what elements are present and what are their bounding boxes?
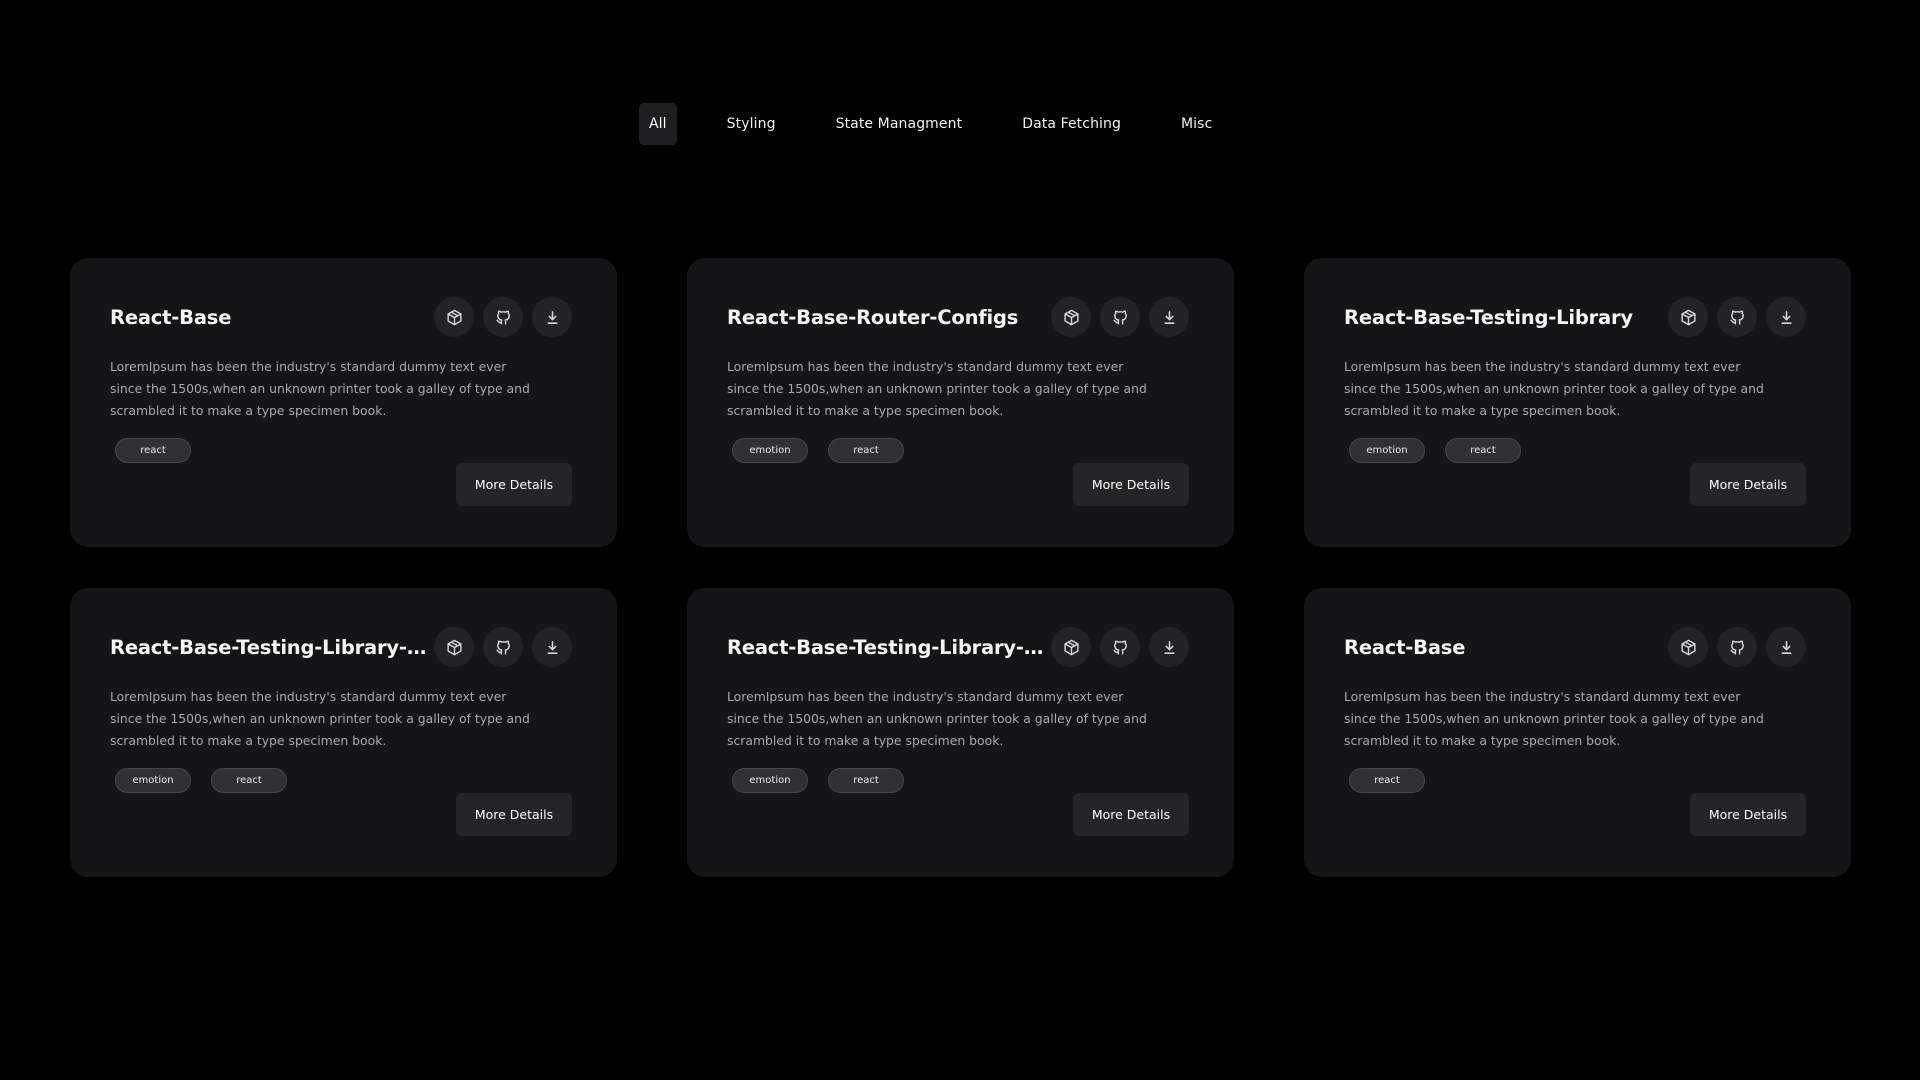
card-description: LoremIpsum has been the industry's stand… bbox=[727, 359, 1147, 418]
github-button[interactable] bbox=[1717, 297, 1757, 337]
template-card: React-Base-Testing-Library LoremIpsum ha… bbox=[1304, 258, 1851, 547]
github-button[interactable] bbox=[1100, 297, 1140, 337]
more-details-button[interactable]: More Details bbox=[1073, 463, 1189, 506]
github-button[interactable] bbox=[483, 297, 523, 337]
template-card: React-Base-Testing-Library-Re... LoremIp… bbox=[70, 588, 617, 877]
card-description: LoremIpsum has been the industry's stand… bbox=[1344, 359, 1764, 418]
card-actions bbox=[434, 627, 572, 667]
more-details-button[interactable]: More Details bbox=[456, 793, 572, 836]
github-button[interactable] bbox=[1717, 627, 1757, 667]
tag-chip[interactable]: react bbox=[828, 768, 904, 793]
package-button[interactable] bbox=[1668, 627, 1708, 667]
tag-chip[interactable]: react bbox=[1445, 438, 1521, 463]
card-actions bbox=[1668, 627, 1806, 667]
github-icon bbox=[1729, 309, 1744, 325]
card-title: React-Base-Testing-Library bbox=[1344, 305, 1633, 329]
download-icon bbox=[1163, 310, 1175, 324]
tag-list: react bbox=[1349, 768, 1425, 793]
github-icon bbox=[495, 639, 510, 655]
download-button[interactable] bbox=[1766, 297, 1806, 337]
download-button[interactable] bbox=[1149, 627, 1189, 667]
github-icon bbox=[1112, 639, 1127, 655]
tag-list: react bbox=[115, 438, 191, 463]
tag-chip[interactable]: react bbox=[1349, 768, 1425, 793]
card-actions bbox=[434, 297, 572, 337]
github-icon bbox=[1729, 639, 1744, 655]
filter-tab-styling[interactable]: Styling bbox=[717, 103, 786, 145]
template-card: React-Base LoremIpsum has been the indus… bbox=[1304, 588, 1851, 877]
filter-tabs: All Styling State Managment Data Fetching Mi… bbox=[639, 103, 1222, 145]
card-header: React-Base bbox=[1344, 627, 1806, 667]
template-card: React-Base-Testing-Library-A... LoremIps… bbox=[687, 588, 1234, 877]
download-button[interactable] bbox=[532, 627, 572, 667]
download-icon bbox=[1780, 310, 1792, 324]
package-button[interactable] bbox=[1668, 297, 1708, 337]
card-title: React-Base-Router-Configs bbox=[727, 305, 1019, 329]
filter-tab-state-managment[interactable]: State Managment bbox=[826, 103, 973, 145]
github-icon bbox=[1112, 309, 1127, 325]
github-button[interactable] bbox=[483, 627, 523, 667]
download-icon bbox=[546, 640, 558, 654]
template-grid: React-Base LoremIpsum has been the indus… bbox=[70, 258, 1851, 877]
download-button[interactable] bbox=[1149, 297, 1189, 337]
card-title: React-Base-Testing-Library-A... bbox=[727, 635, 1047, 659]
card-header: React-Base-Testing-Library bbox=[1344, 297, 1806, 337]
package-icon bbox=[446, 309, 462, 325]
tag-chip[interactable]: emotion bbox=[732, 438, 808, 463]
tag-chip[interactable]: emotion bbox=[732, 768, 808, 793]
more-details-button[interactable]: More Details bbox=[1690, 463, 1806, 506]
tag-list: emotion react bbox=[1349, 438, 1521, 463]
package-icon bbox=[446, 639, 462, 655]
github-icon bbox=[495, 309, 510, 325]
card-description: LoremIpsum has been the industry's stand… bbox=[110, 359, 530, 418]
download-button[interactable] bbox=[1766, 627, 1806, 667]
filter-tab-data-fetching[interactable]: Data Fetching bbox=[1012, 103, 1131, 145]
card-description: LoremIpsum has been the industry's stand… bbox=[110, 689, 530, 748]
download-button[interactable] bbox=[532, 297, 572, 337]
tag-list: emotion react bbox=[732, 768, 904, 793]
card-description: LoremIpsum has been the industry's stand… bbox=[727, 689, 1147, 748]
package-icon bbox=[1680, 639, 1696, 655]
card-title: React-Base-Testing-Library-Re... bbox=[110, 635, 430, 659]
github-button[interactable] bbox=[1100, 627, 1140, 667]
card-header: React-Base-Testing-Library-Re... bbox=[110, 627, 572, 667]
template-card: React-Base-Router-Configs LoremIpsum has… bbox=[687, 258, 1234, 547]
package-button[interactable] bbox=[434, 297, 474, 337]
more-details-button[interactable]: More Details bbox=[1073, 793, 1189, 836]
card-description: LoremIpsum has been the industry's stand… bbox=[1344, 689, 1764, 748]
filter-tab-misc[interactable]: Misc bbox=[1171, 103, 1222, 145]
card-actions bbox=[1051, 627, 1189, 667]
tag-chip[interactable]: react bbox=[211, 768, 287, 793]
tag-list: emotion react bbox=[115, 768, 287, 793]
template-card: React-Base LoremIpsum has been the indus… bbox=[70, 258, 617, 547]
card-title: React-Base bbox=[110, 305, 232, 329]
tag-chip[interactable]: emotion bbox=[115, 768, 191, 793]
package-button[interactable] bbox=[1051, 297, 1091, 337]
card-header: React-Base-Testing-Library-A... bbox=[727, 627, 1189, 667]
package-button[interactable] bbox=[434, 627, 474, 667]
card-header: React-Base-Router-Configs bbox=[727, 297, 1189, 337]
download-icon bbox=[1163, 640, 1175, 654]
tag-chip[interactable]: emotion bbox=[1349, 438, 1425, 463]
more-details-button[interactable]: More Details bbox=[456, 463, 572, 506]
card-header: React-Base bbox=[110, 297, 572, 337]
tag-list: emotion react bbox=[732, 438, 904, 463]
download-icon bbox=[546, 310, 558, 324]
card-actions bbox=[1668, 297, 1806, 337]
more-details-button[interactable]: More Details bbox=[1690, 793, 1806, 836]
card-title: React-Base bbox=[1344, 635, 1466, 659]
package-button[interactable] bbox=[1051, 627, 1091, 667]
package-icon bbox=[1680, 309, 1696, 325]
card-actions bbox=[1051, 297, 1189, 337]
package-icon bbox=[1063, 309, 1079, 325]
tag-chip[interactable]: react bbox=[115, 438, 191, 463]
download-icon bbox=[1780, 640, 1792, 654]
package-icon bbox=[1063, 639, 1079, 655]
tag-chip[interactable]: react bbox=[828, 438, 904, 463]
filter-tab-all[interactable]: All bbox=[639, 103, 677, 145]
